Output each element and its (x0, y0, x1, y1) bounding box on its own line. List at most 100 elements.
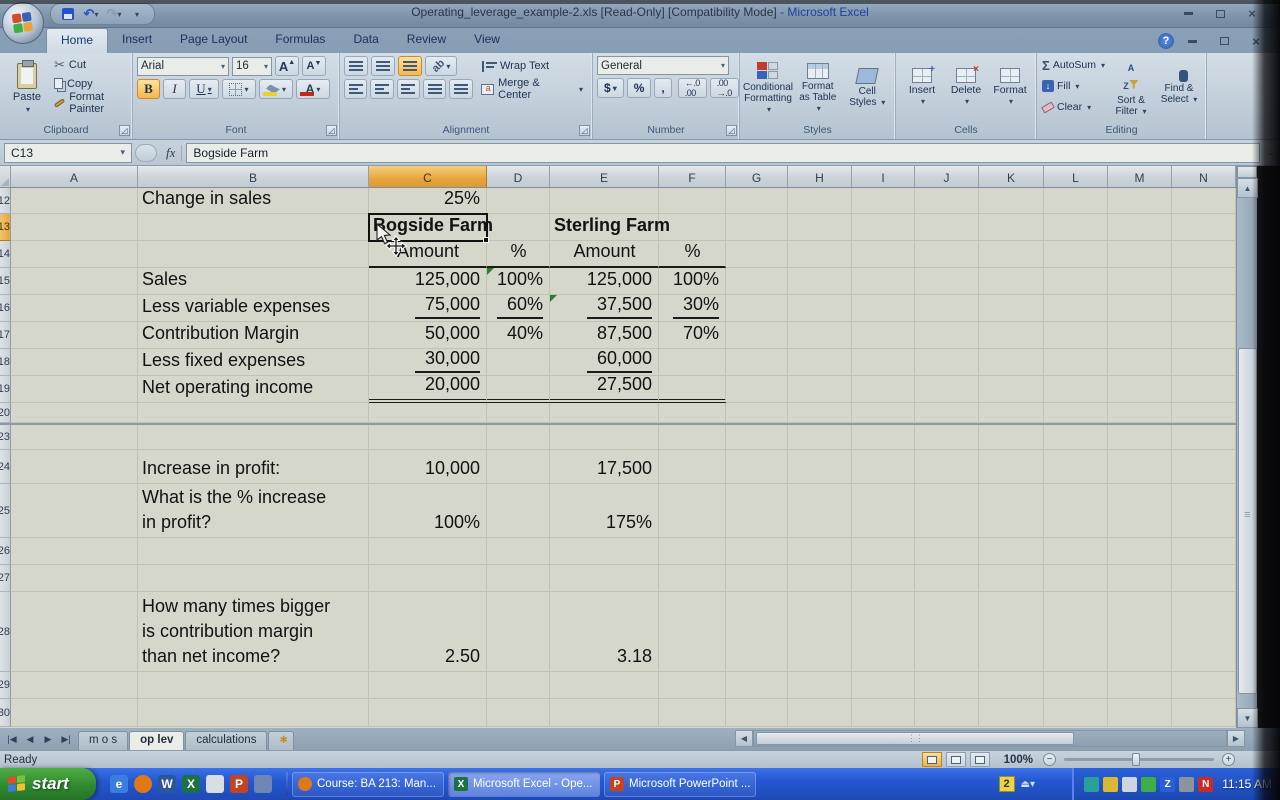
row-header-28[interactable]: 28 (0, 592, 11, 672)
tray-icon-6[interactable] (1179, 777, 1194, 792)
increase-decimal-button[interactable]: ←.0.00 (678, 78, 707, 98)
cell-D23[interactable] (487, 425, 550, 450)
cell-E24[interactable]: 17,500 (550, 450, 659, 484)
cell-F15[interactable]: 100% (659, 268, 726, 295)
cell-B17[interactable]: Contribution Margin (138, 322, 369, 349)
cell-M26[interactable] (1108, 538, 1172, 565)
cell-A15[interactable] (11, 268, 138, 295)
ribbon-tab-page-layout[interactable]: Page Layout (166, 28, 261, 53)
cell-I12[interactable] (852, 188, 915, 214)
column-header-B[interactable]: B (138, 166, 369, 188)
cell-D13[interactable] (487, 214, 550, 241)
cell-M12[interactable] (1108, 188, 1172, 214)
cell-C18[interactable]: 30,000 (369, 349, 487, 376)
cell-A14[interactable] (11, 241, 138, 268)
cell-I18[interactable] (852, 349, 915, 376)
cell-H23[interactable] (788, 425, 852, 450)
format-as-table-button[interactable]: Formatas Table ▾ (794, 56, 842, 120)
ribbon-tab-data[interactable]: Data (339, 28, 392, 53)
cell-J19[interactable] (915, 376, 979, 403)
cell-C26[interactable] (369, 538, 487, 565)
font-name-select[interactable]: Arial▾ (137, 57, 229, 76)
cell-N18[interactable] (1172, 349, 1236, 376)
workbook-minimize-button[interactable] (1178, 34, 1206, 49)
cell-B15[interactable]: Sales (138, 268, 369, 295)
percent-style-button[interactable]: % (627, 78, 652, 98)
cell-F24[interactable] (659, 450, 726, 484)
column-header-H[interactable]: H (788, 166, 852, 188)
column-header-N[interactable]: N (1172, 166, 1236, 188)
cell-G24[interactable] (726, 450, 788, 484)
cell-N19[interactable] (1172, 376, 1236, 403)
taskbar-window-firefox[interactable]: Course: BA 213: Man... (292, 772, 444, 797)
row-header-13[interactable]: 13 (0, 214, 11, 241)
align-center-button[interactable] (370, 79, 393, 99)
cell-L14[interactable] (1044, 241, 1108, 268)
fill-handle[interactable] (483, 237, 489, 243)
tray-icon-2[interactable] (1103, 777, 1118, 792)
cell-F27[interactable] (659, 565, 726, 592)
tray-icon-5[interactable]: Z (1160, 777, 1175, 792)
cell-M14[interactable] (1108, 241, 1172, 268)
cell-M19[interactable] (1108, 376, 1172, 403)
font-color-button[interactable]: A▾ (296, 79, 330, 99)
tray-icon-4[interactable] (1141, 777, 1156, 792)
cell-N29[interactable] (1172, 672, 1236, 699)
office-button[interactable] (2, 2, 44, 44)
cell-J20[interactable] (915, 403, 979, 423)
cell-M25[interactable] (1108, 484, 1172, 538)
paste-button[interactable]: Paste ▾ (6, 57, 48, 119)
cell-L15[interactable] (1044, 268, 1108, 295)
zoom-out-icon[interactable]: − (1043, 753, 1056, 766)
cell-E13[interactable]: Sterling Farm (550, 214, 659, 241)
cell-G20[interactable] (726, 403, 788, 423)
cell-E17[interactable]: 87,500 (550, 322, 659, 349)
cell-D14[interactable]: % (487, 241, 550, 268)
wrap-text-button[interactable]: Wrap Text (477, 56, 554, 76)
cell-A18[interactable] (11, 349, 138, 376)
cell-D19[interactable] (487, 376, 550, 403)
cell-H17[interactable] (788, 322, 852, 349)
sheet-tab-calculations[interactable]: calculations (185, 731, 267, 750)
cell-K15[interactable] (979, 268, 1044, 295)
cell-K13[interactable] (979, 214, 1044, 241)
cell-H30[interactable] (788, 699, 852, 727)
cell-I20[interactable] (852, 403, 915, 423)
scroll-right-icon[interactable]: ▶ (1227, 730, 1245, 747)
cell-L16[interactable] (1044, 295, 1108, 322)
cell-I23[interactable] (852, 425, 915, 450)
ribbon-tab-view[interactable]: View (460, 28, 514, 53)
horizontal-scroll-thumb[interactable] (756, 732, 1074, 745)
zoom-slider-thumb[interactable] (1132, 753, 1140, 766)
cell-J14[interactable] (915, 241, 979, 268)
cell-H24[interactable] (788, 450, 852, 484)
cell-A30[interactable] (11, 699, 138, 727)
cell-G17[interactable] (726, 322, 788, 349)
cell-J25[interactable] (915, 484, 979, 538)
cell-N30[interactable] (1172, 699, 1236, 727)
cell-H27[interactable] (788, 565, 852, 592)
cell-D25[interactable] (487, 484, 550, 538)
align-left-button[interactable] (344, 79, 367, 99)
cell-E19[interactable]: 27,500 (550, 376, 659, 403)
cell-F19[interactable] (659, 376, 726, 403)
cell-J18[interactable] (915, 349, 979, 376)
column-header-C[interactable]: C (369, 166, 487, 188)
cell-M16[interactable] (1108, 295, 1172, 322)
cell-H19[interactable] (788, 376, 852, 403)
cell-L19[interactable] (1044, 376, 1108, 403)
taskbar-window-powerpoint[interactable]: PMicrosoft PowerPoint ... (604, 772, 756, 797)
cell-G30[interactable] (726, 699, 788, 727)
cell-K28[interactable] (979, 592, 1044, 672)
cell-N28[interactable] (1172, 592, 1236, 672)
cell-F25[interactable] (659, 484, 726, 538)
cell-L24[interactable] (1044, 450, 1108, 484)
split-handle[interactable] (1237, 166, 1257, 178)
last-sheet-icon[interactable]: ▶| (58, 734, 74, 745)
cell-H20[interactable] (788, 403, 852, 423)
cell-B19[interactable]: Net operating income (138, 376, 369, 403)
cell-C23[interactable] (369, 425, 487, 450)
prev-sheet-icon[interactable]: ◀ (22, 734, 38, 745)
cell-N24[interactable] (1172, 450, 1236, 484)
cell-C12[interactable]: 25% (369, 188, 487, 214)
